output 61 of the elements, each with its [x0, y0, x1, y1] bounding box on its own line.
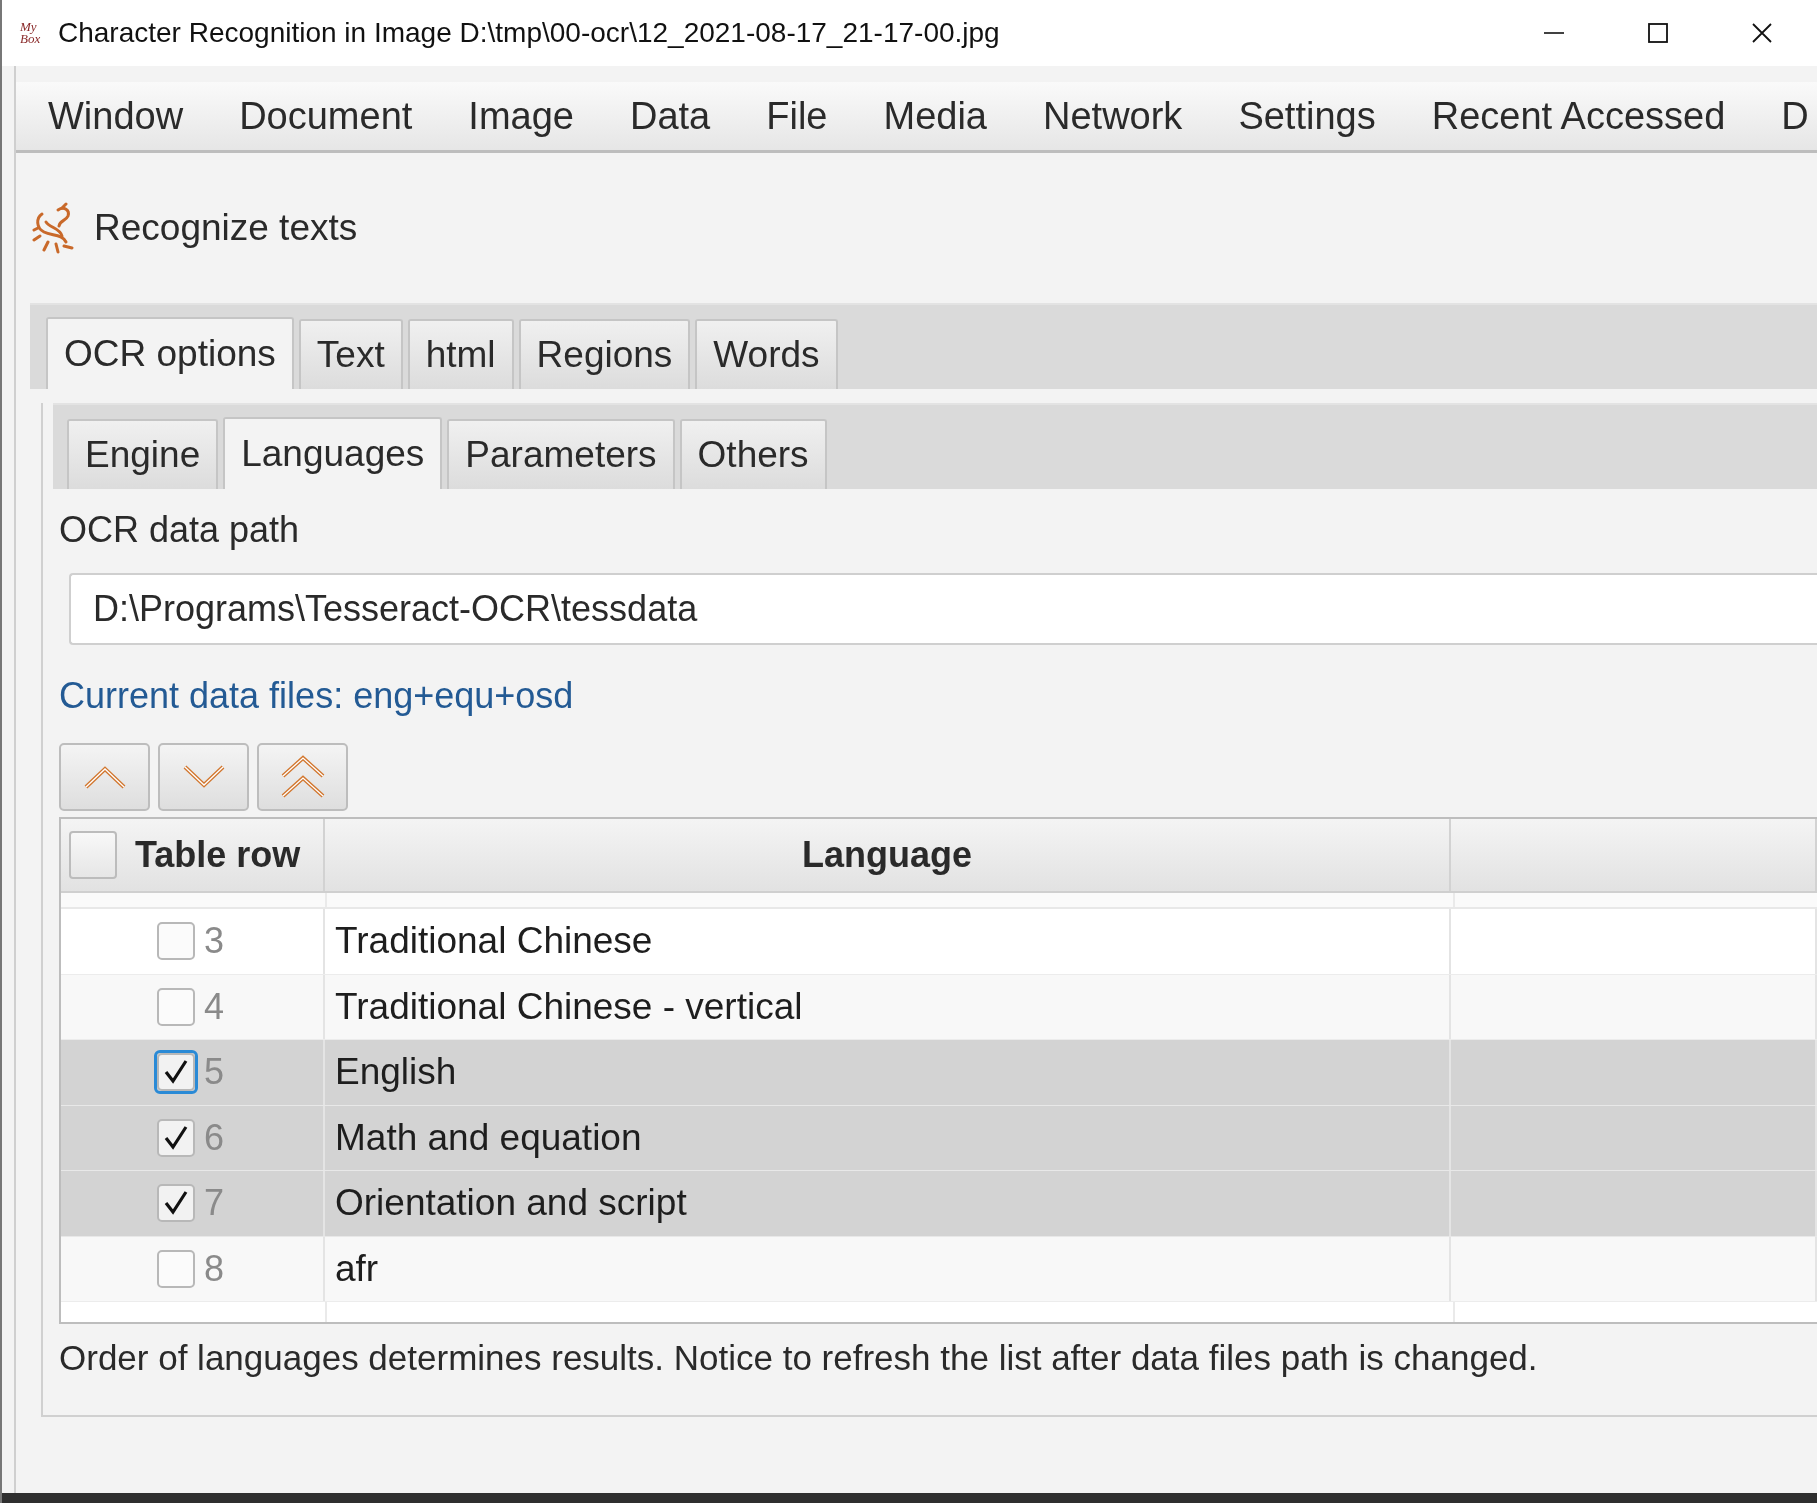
- menu-item[interactable]: D: [1781, 94, 1809, 138]
- table-row[interactable]: 3 Traditional Chinese: [61, 909, 1817, 975]
- move-up-button[interactable]: [59, 743, 150, 811]
- app-logo: My Box: [20, 21, 42, 45]
- language-name: Math and equation: [335, 1116, 642, 1159]
- tab[interactable]: Languages: [223, 417, 443, 489]
- row-number: 8: [204, 1247, 225, 1290]
- row-number: 3: [204, 920, 225, 963]
- move-down-button[interactable]: [158, 743, 249, 811]
- column-header[interactable]: Table row: [61, 819, 325, 891]
- menu-item[interactable]: Image: [468, 94, 574, 138]
- table-row[interactable]: 8 afr: [61, 1236, 1817, 1302]
- tab[interactable]: Engine: [67, 419, 219, 489]
- menu-item[interactable]: Network: [1043, 94, 1183, 138]
- move-top-button[interactable]: [257, 743, 348, 811]
- tab[interactable]: Text: [298, 319, 403, 389]
- column-title: Table row: [135, 834, 301, 876]
- field-label: OCR data path: [59, 509, 301, 551]
- menu-item[interactable]: Media: [883, 94, 987, 138]
- row-number: 5: [204, 1051, 225, 1094]
- tab[interactable]: html: [407, 319, 514, 389]
- row-number: 6: [204, 1116, 225, 1159]
- menu-item[interactable]: Document: [239, 94, 413, 138]
- menu-item[interactable]: Data: [630, 94, 711, 138]
- table-row[interactable]: 7 Orientation and script: [61, 1171, 1817, 1237]
- row-checkbox[interactable]: [157, 1184, 195, 1223]
- close-icon[interactable]: [1751, 22, 1773, 44]
- row-number: 4: [204, 985, 225, 1028]
- tab[interactable]: Others: [679, 419, 827, 489]
- chevron-up-icon: [82, 764, 127, 790]
- hint-text: Order of languages determines results. Notice to refresh the list after data files path is changed.: [59, 1338, 1539, 1378]
- table-row[interactable]: 5 English: [61, 1040, 1817, 1106]
- row-checkbox[interactable]: [157, 1249, 195, 1288]
- row-number: 7: [204, 1182, 225, 1225]
- language-name: Traditional Chinese - vertical: [335, 985, 803, 1028]
- row-checkbox[interactable]: [157, 922, 195, 961]
- language-name: afr: [335, 1247, 379, 1290]
- language-name: English: [335, 1051, 457, 1094]
- select-all-checkbox[interactable]: [69, 831, 117, 879]
- tab[interactable]: Parameters: [447, 419, 675, 489]
- language-name: Traditional Chinese: [335, 920, 653, 963]
- table-row[interactable]: 6 Math and equation: [61, 1105, 1817, 1171]
- tab[interactable]: Regions: [518, 319, 691, 389]
- window-title: Character Recognition in Image D:\tmp\00-ocr\12_2021-08-17_21-17-00.jpg: [58, 17, 1000, 49]
- maximize-icon[interactable]: [1647, 22, 1669, 44]
- tab[interactable]: OCR options: [46, 317, 294, 389]
- path-input-field[interactable]: D:\Programs\Tesseract-OCR\tessdata: [69, 573, 1817, 645]
- menu-item[interactable]: Window: [48, 94, 184, 138]
- menu-item[interactable]: File: [766, 94, 828, 138]
- language-name: Orientation and script: [335, 1182, 687, 1225]
- menu-item[interactable]: Recent Accessed: [1431, 94, 1726, 138]
- tab[interactable]: Words: [695, 319, 838, 389]
- menu-item[interactable]: Settings: [1238, 94, 1376, 138]
- row-checkbox[interactable]: [157, 987, 195, 1026]
- row-checkbox[interactable]: [157, 1118, 195, 1157]
- bird-icon: [32, 202, 76, 254]
- chevron-down-icon: [181, 764, 226, 790]
- table-row[interactable]: 4 Traditional Chinese - vertical: [61, 974, 1817, 1040]
- current-data-files-text: Current data files: eng+equ+osd: [59, 675, 575, 717]
- column-header[interactable]: Language: [325, 819, 1451, 891]
- section-title: Recognize texts: [94, 207, 358, 249]
